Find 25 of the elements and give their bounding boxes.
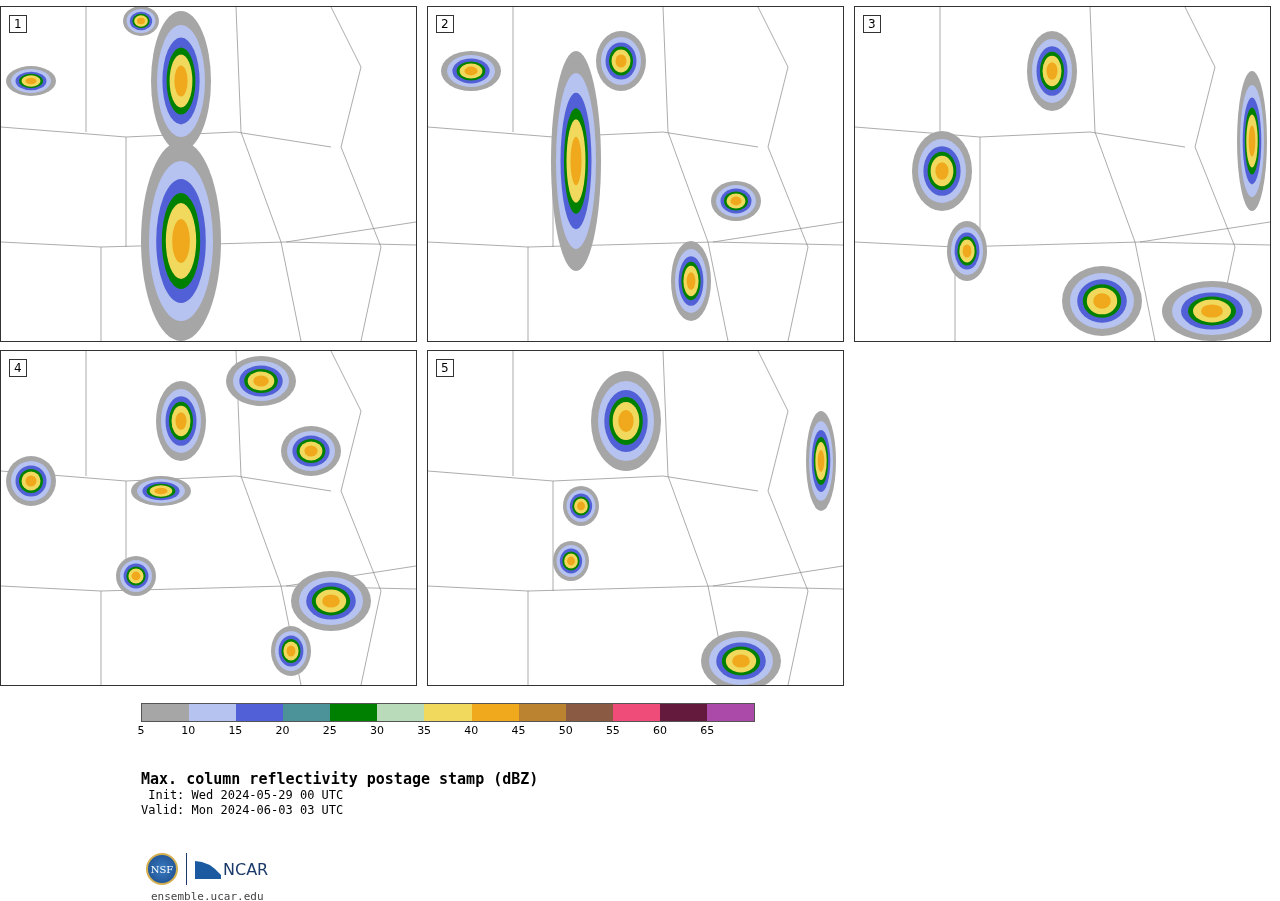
ncar-logo: NCAR <box>223 859 269 879</box>
tick-label: 25 <box>321 724 338 737</box>
panel-number: 4 <box>9 359 27 377</box>
tick-label: 20 <box>274 724 291 737</box>
tick-label: 50 <box>557 724 574 737</box>
tick-label: 35 <box>416 724 433 737</box>
tick-label: 5 <box>136 724 146 737</box>
tick-label: 55 <box>604 724 621 737</box>
panel-number: 5 <box>436 359 454 377</box>
valid-time: Valid: Mon 2024-06-03 03 UTC <box>141 803 345 818</box>
tick-label: 10 <box>180 724 197 737</box>
tick-label: 30 <box>368 724 385 737</box>
tick-label: 15 <box>227 724 244 737</box>
tick-label: 45 <box>510 724 527 737</box>
website-url: ensemble.ucar.edu <box>151 890 265 901</box>
tick-label: 65 <box>699 724 716 737</box>
wave-icon <box>195 859 221 879</box>
panel-number: 1 <box>9 15 27 33</box>
panel-number: 2 <box>436 15 454 33</box>
nsf-logo: NSF <box>146 853 178 885</box>
tick-label: 40 <box>463 724 480 737</box>
tick-label: 60 <box>652 724 669 737</box>
init-time: Init: Wed 2024-05-29 00 UTC <box>147 788 345 803</box>
chart-title: Max. column reflectivity postage stamp (dBZ) <box>141 770 540 788</box>
panel-number: 3 <box>863 15 881 33</box>
